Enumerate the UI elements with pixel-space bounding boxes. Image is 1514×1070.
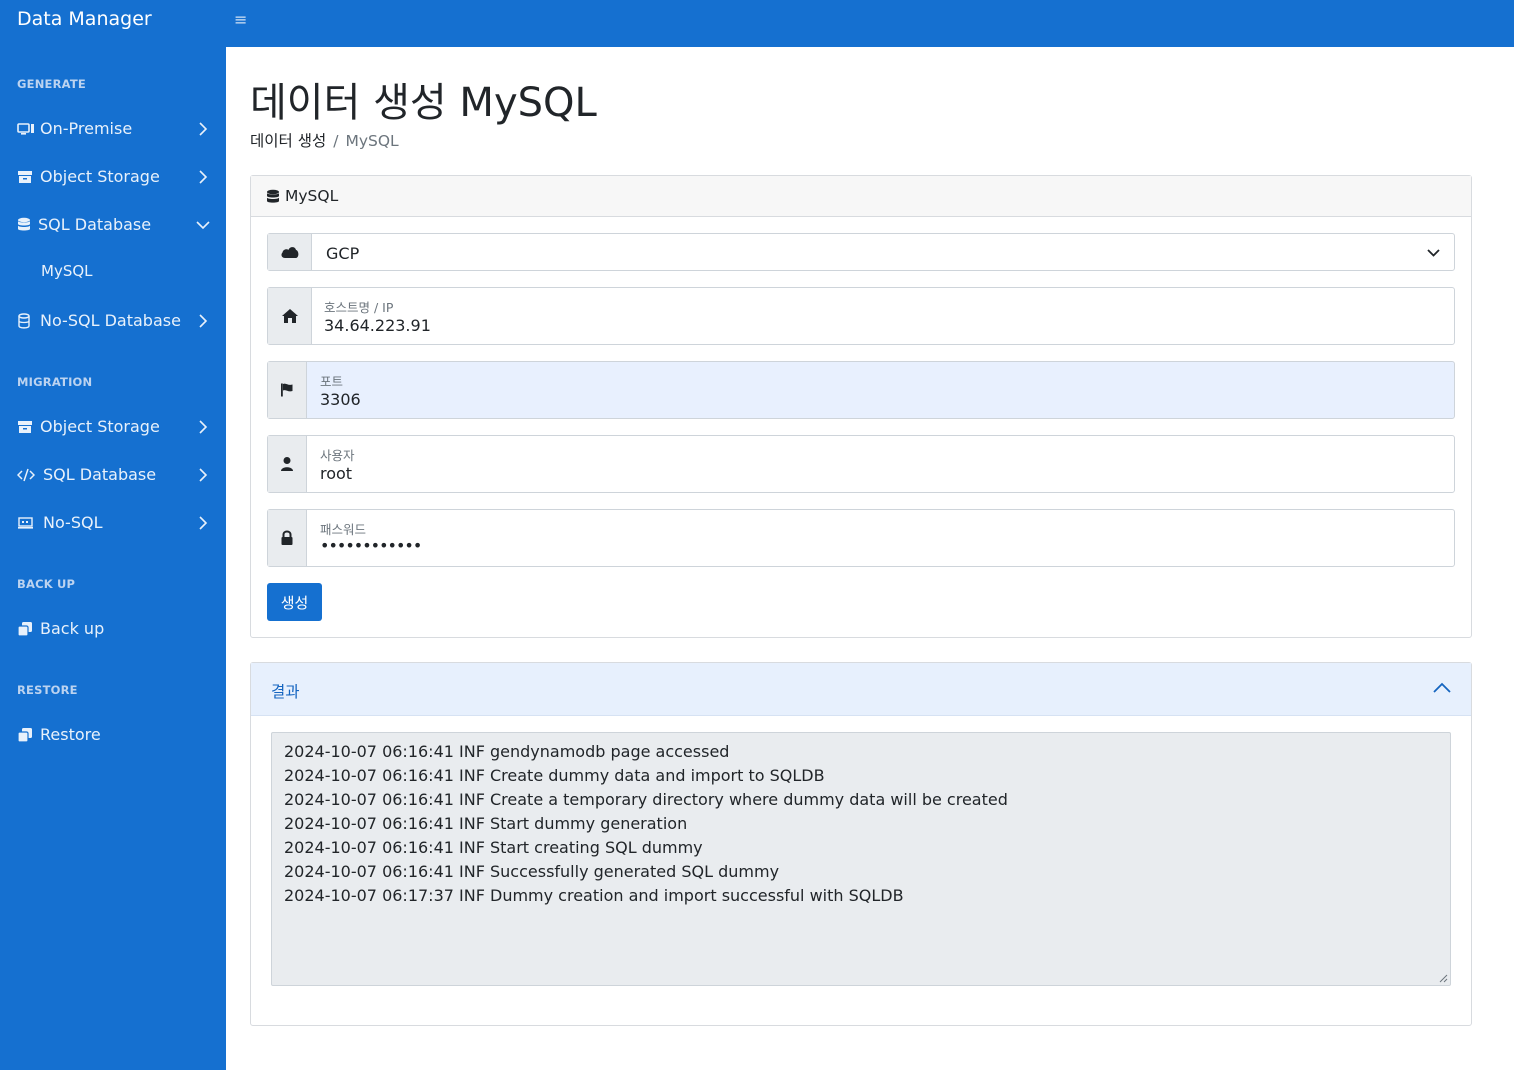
copy-icon	[17, 622, 32, 637]
log-line: 2024-10-07 06:16:41 INF Create a tempora…	[284, 790, 1008, 809]
sidebar-item-label: Object Storage	[40, 417, 160, 436]
breadcrumb-separator: /	[333, 132, 339, 150]
sidebar-subitem-mysql[interactable]: MySQL	[41, 262, 93, 280]
chevron-right-icon	[199, 122, 208, 136]
chevron-down-icon	[1427, 249, 1440, 257]
flag-icon	[281, 383, 293, 397]
provider-addon	[268, 234, 312, 270]
sidebar-item-label: No-SQL Database	[40, 311, 181, 330]
sidebar: GENERATE On-Premise Object Storage SQL D…	[0, 47, 226, 1070]
chevron-down-icon	[196, 221, 210, 230]
sidebar-item-sql-database[interactable]: SQL Database	[0, 205, 226, 245]
sidebar-item-backup[interactable]: Back up	[0, 609, 226, 649]
resize-handle-icon[interactable]	[1438, 973, 1448, 983]
result-card-header[interactable]: 결과	[251, 663, 1471, 716]
host-field[interactable]: 호스트명 / IP 34.64.223.91	[267, 287, 1455, 345]
archive-icon	[18, 421, 32, 433]
user-icon	[281, 457, 293, 471]
result-card-title: 결과	[271, 683, 300, 701]
log-line: 2024-10-07 06:16:41 INF gendynamodb page…	[284, 742, 730, 761]
password-field[interactable]: 패스워드 ••••••••••••	[267, 509, 1455, 567]
provider-selected-value: GCP	[326, 244, 360, 263]
sidebar-item-restore[interactable]: Restore	[0, 715, 226, 755]
user-input[interactable]: root	[320, 464, 352, 483]
breadcrumb: 데이터 생성 / MySQL	[250, 129, 399, 151]
card-header: MySQL	[251, 176, 1471, 217]
archive-icon	[18, 171, 32, 183]
host-input[interactable]: 34.64.223.91	[324, 316, 431, 335]
card-title: MySQL	[285, 187, 339, 205]
chevron-right-icon	[199, 314, 208, 328]
sidebar-heading-generate: GENERATE	[17, 77, 86, 91]
database-icon	[18, 217, 30, 231]
cloud-icon	[280, 247, 298, 258]
sidebar-heading-backup: BACK UP	[17, 577, 76, 591]
sidebar-item-migration-nosql[interactable]: No-SQL	[0, 503, 226, 543]
mysql-form-card: MySQL GCP 호스트명 / IP 34.64.223.91 포트 3306…	[250, 175, 1472, 638]
log-line: 2024-10-07 06:17:37 INF Dummy creation a…	[284, 886, 904, 905]
sidebar-item-label: On-Premise	[40, 119, 133, 138]
port-label: 포트	[320, 374, 344, 389]
server-icon	[17, 123, 34, 135]
sidebar-item-label: Back up	[40, 619, 105, 638]
host-addon	[268, 288, 312, 344]
password-input[interactable]: ••••••••••••	[320, 536, 422, 555]
laptop-icon	[18, 517, 33, 529]
chevron-right-icon	[199, 516, 208, 530]
result-log-textarea[interactable]: 2024-10-07 06:16:41 INF gendynamodb page…	[271, 732, 1451, 986]
log-line: 2024-10-07 06:16:41 INF Create dummy dat…	[284, 766, 825, 785]
user-label: 사용자	[320, 448, 355, 463]
breadcrumb-parent[interactable]: 데이터 생성	[250, 132, 326, 150]
chevron-right-icon	[199, 468, 208, 482]
log-line: 2024-10-07 06:16:41 INF Start creating S…	[284, 838, 703, 857]
database-outline-icon	[18, 313, 30, 329]
generate-button[interactable]: 생성	[267, 583, 322, 621]
sidebar-item-on-premise[interactable]: On-Premise	[0, 109, 226, 149]
sidebar-item-label: Object Storage	[40, 167, 160, 186]
provider-select[interactable]: GCP	[267, 233, 1455, 271]
sidebar-item-label: No-SQL	[43, 513, 103, 532]
result-card: 결과 2024-10-07 06:16:41 INF gendynamodb p…	[250, 662, 1472, 1026]
user-field[interactable]: 사용자 root	[267, 435, 1455, 493]
log-line: 2024-10-07 06:16:41 INF Start dummy gene…	[284, 814, 688, 833]
code-icon	[17, 468, 35, 482]
menu-toggle-icon[interactable]: ≡	[234, 10, 247, 29]
sidebar-item-object-storage[interactable]: Object Storage	[0, 157, 226, 197]
page-title: 데이터 생성 MySQL	[250, 80, 597, 126]
sidebar-item-nosql-database[interactable]: No-SQL Database	[0, 301, 226, 341]
sidebar-heading-restore: RESTORE	[17, 683, 78, 697]
chevron-right-icon	[199, 420, 208, 434]
copy-icon	[17, 728, 32, 743]
user-addon	[268, 436, 307, 492]
database-icon	[267, 189, 279, 203]
app-brand[interactable]: Data Manager	[17, 8, 152, 30]
chevron-right-icon	[199, 170, 208, 184]
port-input[interactable]: 3306	[320, 390, 361, 409]
host-label: 호스트명 / IP	[324, 300, 394, 315]
sidebar-item-label: Restore	[40, 725, 101, 744]
sidebar-item-migration-object-storage[interactable]: Object Storage	[0, 407, 226, 447]
top-navbar: Data Manager ≡	[0, 0, 1514, 47]
breadcrumb-current: MySQL	[345, 132, 399, 150]
sidebar-heading-migration: MIGRATION	[17, 375, 93, 389]
sidebar-item-migration-sql-database[interactable]: SQL Database	[0, 455, 226, 495]
password-addon	[268, 510, 307, 566]
sidebar-item-label: SQL Database	[43, 465, 157, 484]
home-icon	[281, 309, 298, 323]
port-field[interactable]: 포트 3306	[267, 361, 1455, 419]
chevron-up-icon[interactable]	[1433, 682, 1451, 694]
port-addon	[268, 362, 307, 418]
sidebar-item-label: SQL Database	[38, 215, 152, 234]
log-line: 2024-10-07 06:16:41 INF Successfully gen…	[284, 862, 780, 881]
lock-icon	[281, 530, 293, 545]
